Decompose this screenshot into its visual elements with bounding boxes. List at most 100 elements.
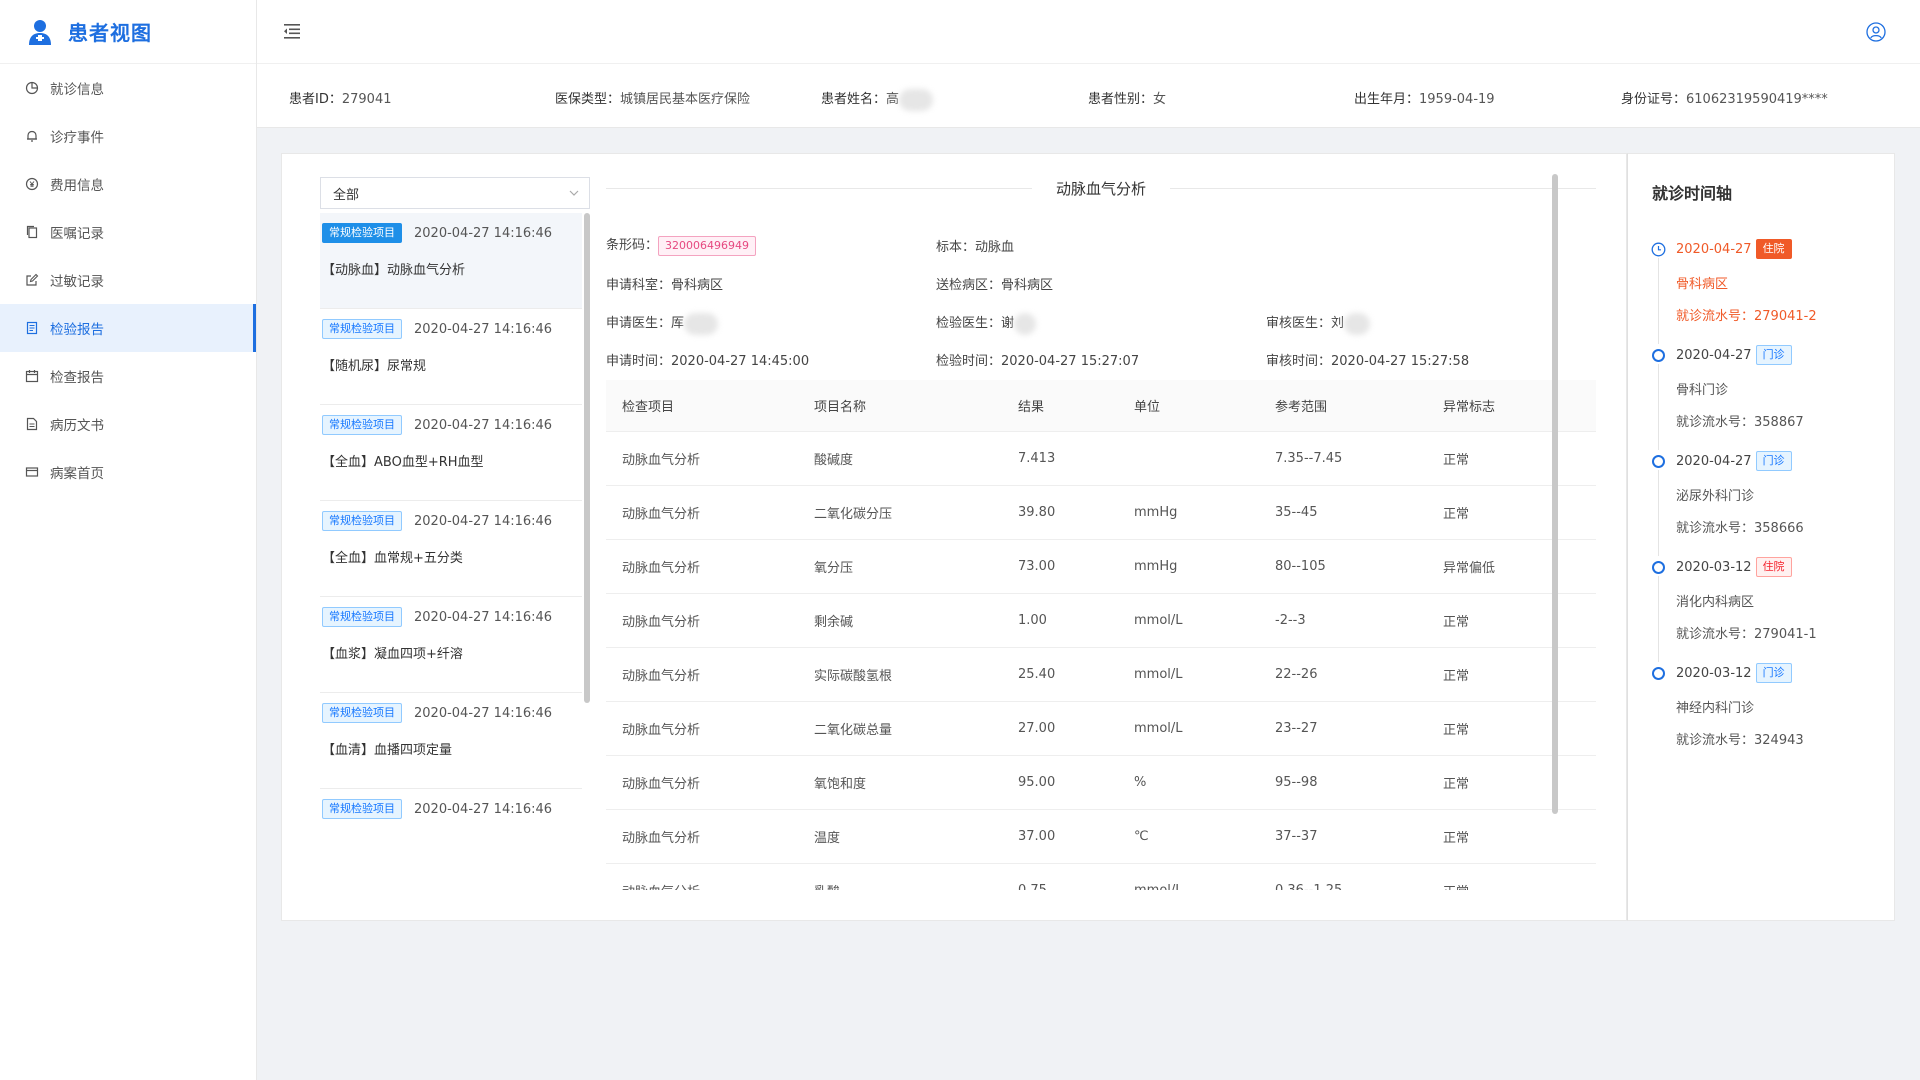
table-row: 动脉血气分析 实际碳酸氢根 25.40 mmol/L 22--26 正常 <box>606 648 1596 702</box>
report-category-tag: 常规检验项目 <box>322 799 402 819</box>
menu-item-label: 就诊信息 <box>50 82 104 98</box>
redaction-blur <box>899 88 934 111</box>
patient-name: 患者姓名：高 <box>821 88 934 111</box>
apply-doctor-field: 申请医生：厍 <box>606 312 719 335</box>
report-item-header: 常规检验项目 2020-04-27 14:16:46 <box>322 703 582 723</box>
patient-idcard: 身份证号：61062319590419**** <box>1621 92 1828 107</box>
timeline-entry[interactable]: 2020-03-12 住院消化内科病区就诊流水号：279041-1 <box>1652 556 1882 662</box>
timeline-entry[interactable]: 2020-04-27 门诊 骨科门诊 就诊流水号：358867 <box>1652 344 1882 450</box>
report-time: 2020-04-27 14:16:46 <box>414 417 553 433</box>
report-name: 【血浆】凝血四项+纤溶 <box>322 647 463 662</box>
patient-birth: 出生年月：1959-04-19 <box>1354 92 1495 107</box>
report-list-item[interactable]: 常规检验项目 2020-04-27 14:16:46 【动脉血】动脉血气分析 <box>320 213 582 309</box>
report-list-item[interactable]: 常规检验项目 2020-04-27 14:16:46 【血浆】凝血四项+纤溶 <box>320 597 582 693</box>
report-list-scrollbar[interactable] <box>584 213 590 827</box>
insurance-type: 医保类型：城镇居民基本医疗保险 <box>555 92 751 107</box>
timeline-entry[interactable]: 2020-04-27 门诊 泌尿外科门诊 就诊流水号：358666 <box>1652 450 1882 556</box>
visit-date: 2020-03-12 <box>1676 559 1752 575</box>
visit-date-row: 2020-04-27 住院 <box>1676 238 1882 260</box>
visit-type-tag: 住院 <box>1755 557 1792 577</box>
report-filter-select[interactable]: 全部 <box>320 177 590 209</box>
table-cell: 动脉血气分析 <box>622 561 701 576</box>
table-cell: 正常 <box>1443 507 1470 522</box>
visit-type-tag: 门诊 <box>1755 345 1792 365</box>
table-cell: 27.00 <box>1018 721 1056 736</box>
table-cell: mmHg <box>1134 559 1178 574</box>
table-cell: mmol/L <box>1130 883 1271 890</box>
apply-time-field: 申请时间：2020-04-27 14:45:00 <box>606 354 810 369</box>
report-title: 动脉血气分析 <box>606 172 1596 204</box>
patient-gender: 患者性别：女 <box>1088 92 1167 107</box>
table-cell: 37--37 <box>1275 829 1318 844</box>
visit-dept: 消化内科病区 <box>1676 595 1755 610</box>
menu-item-label: 病案首页 <box>50 466 104 482</box>
report-list-item[interactable]: 常规检验项目 2020-04-27 14:16:46 【全血】ABO血型+RH血型 <box>320 405 582 501</box>
menu-item-2[interactable]: 费用信息 <box>0 160 256 208</box>
review-time-field: 审核时间：2020-04-27 15:27:58 <box>1266 354 1470 369</box>
doctor-icon <box>29 19 51 45</box>
report-icon <box>24 320 40 336</box>
table-cell: 25.40 <box>1018 667 1056 682</box>
report-name: 【全血】ABO血型+RH血型 <box>322 455 484 470</box>
scrollbar-thumb[interactable] <box>584 213 590 703</box>
table-cell: 二氧化碳分压 <box>814 507 893 522</box>
report-list-item[interactable]: 常规检验项目 2020-04-27 14:16:46 【全血】血常规+五分类 <box>320 501 582 597</box>
timeline-entry[interactable]: 2020-04-27 住院 骨科病区 就诊流水号：279041-2 <box>1651 238 1882 344</box>
visit-serial: 就诊流水号：324943 <box>1676 733 1804 748</box>
menu-item-3[interactable]: 医嘱记录 <box>0 208 256 256</box>
column-header: 结果 <box>1018 400 1045 415</box>
column-header: 单位 <box>1134 400 1161 415</box>
menu-item-label: 费用信息 <box>50 178 104 194</box>
table-cell: mmol/L <box>1134 613 1183 628</box>
detail-scrollbar[interactable] <box>1552 174 1558 814</box>
side-menu: 就诊信息诊疗事件费用信息医嘱记录 过敏记录检验报告检查报告病历文书病案首页 <box>0 64 256 496</box>
visit-type-tag: 住院 <box>1755 239 1792 259</box>
menu-item-5[interactable]: 检验报告 <box>0 304 256 352</box>
menu-item-0[interactable]: 就诊信息 <box>0 64 256 112</box>
timeline-dot <box>1652 455 1665 468</box>
menu-fold-icon[interactable] <box>281 20 303 42</box>
menu-item-1[interactable]: 诊疗事件 <box>0 112 256 160</box>
report-detail: 动脉血气分析 条形码： 320006496949 标本：动脉血 申请科室：骨科病区… <box>606 172 1606 892</box>
user-icon[interactable] <box>1866 22 1886 42</box>
report-list-item[interactable]: 常规检验项目 2020-04-27 14:16:46 【血清】血播四项定量 <box>320 693 582 789</box>
table-row: 动脉血气分析 酸碱度 7.413 7.35--7.45 正常 <box>606 432 1596 486</box>
visit-date-row: 2020-04-27 门诊 <box>1676 450 1882 472</box>
report-list-item[interactable]: 常规检验项目 2020-04-27 14:16:46 【随机尿】尿常规 <box>320 309 582 405</box>
table-cell: ℃ <box>1134 829 1149 844</box>
table-cell: 37.00 <box>1018 829 1056 844</box>
menu-item-6[interactable]: 检查报告 <box>0 352 256 400</box>
sidebar: 患者视图 就诊信息诊疗事件费用信息医嘱记录 过敏记录检验报告检查报告病历文书病案首… <box>0 0 257 1080</box>
table-cell: mmol/L <box>1134 667 1183 682</box>
timeline-entry[interactable]: 2020-03-12 门诊 神经内科门诊 就诊流水号：324943 <box>1652 662 1882 768</box>
column-header: 异常标志 <box>1443 400 1496 415</box>
table-cell: 动脉血气分析 <box>606 881 810 890</box>
report-category-tag: 常规检验项目 <box>322 223 402 243</box>
table-cell: 正常 <box>1443 615 1470 630</box>
table-row: 动脉血气分析 剩余碱 1.00 mmol/L -2--3 正常 <box>606 594 1596 648</box>
scrollbar-thumb[interactable] <box>1552 174 1558 814</box>
test-doctor-field: 检验医生：谢 <box>936 312 1037 335</box>
menu-item-8[interactable]: 病案首页 <box>0 448 256 496</box>
menu-item-4[interactable]: 过敏记录 <box>0 256 256 304</box>
report-item-header: 常规检验项目 2020-04-27 14:16:46 <box>322 511 582 531</box>
visit-dept: 骨科门诊 <box>1676 383 1729 398</box>
app-logo[interactable]: 患者视图 <box>0 0 256 64</box>
visit-serial: 就诊流水号：279041-1 <box>1676 627 1817 642</box>
report-time: 2020-04-27 14:16:46 <box>414 609 553 625</box>
report-category-tag: 常规检验项目 <box>322 607 402 627</box>
menu-item-label: 检验报告 <box>50 322 104 338</box>
table-cell: 温度 <box>814 831 841 846</box>
table-cell: 95.00 <box>1018 775 1056 790</box>
table-cell: 动脉血气分析 <box>622 507 701 522</box>
menu-item-label: 病历文书 <box>50 418 104 434</box>
table-row: 动脉血气分析乳酸0.75mmol/L0.36--1.25正常 <box>606 864 1596 890</box>
visit-date: 2020-04-27 <box>1676 453 1752 469</box>
report-list-item[interactable]: 常规检验项目 2020-04-27 14:16:46 <box>320 789 582 827</box>
menu-item-7[interactable]: 病历文书 <box>0 400 256 448</box>
table-cell: 二氧化碳总量 <box>814 723 893 738</box>
table-cell: 氧分压 <box>814 561 854 576</box>
visit-type-tag: 门诊 <box>1755 663 1792 683</box>
report-category-tag: 常规检验项目 <box>322 511 402 531</box>
table-cell: 0.36--1.25 <box>1271 883 1439 890</box>
